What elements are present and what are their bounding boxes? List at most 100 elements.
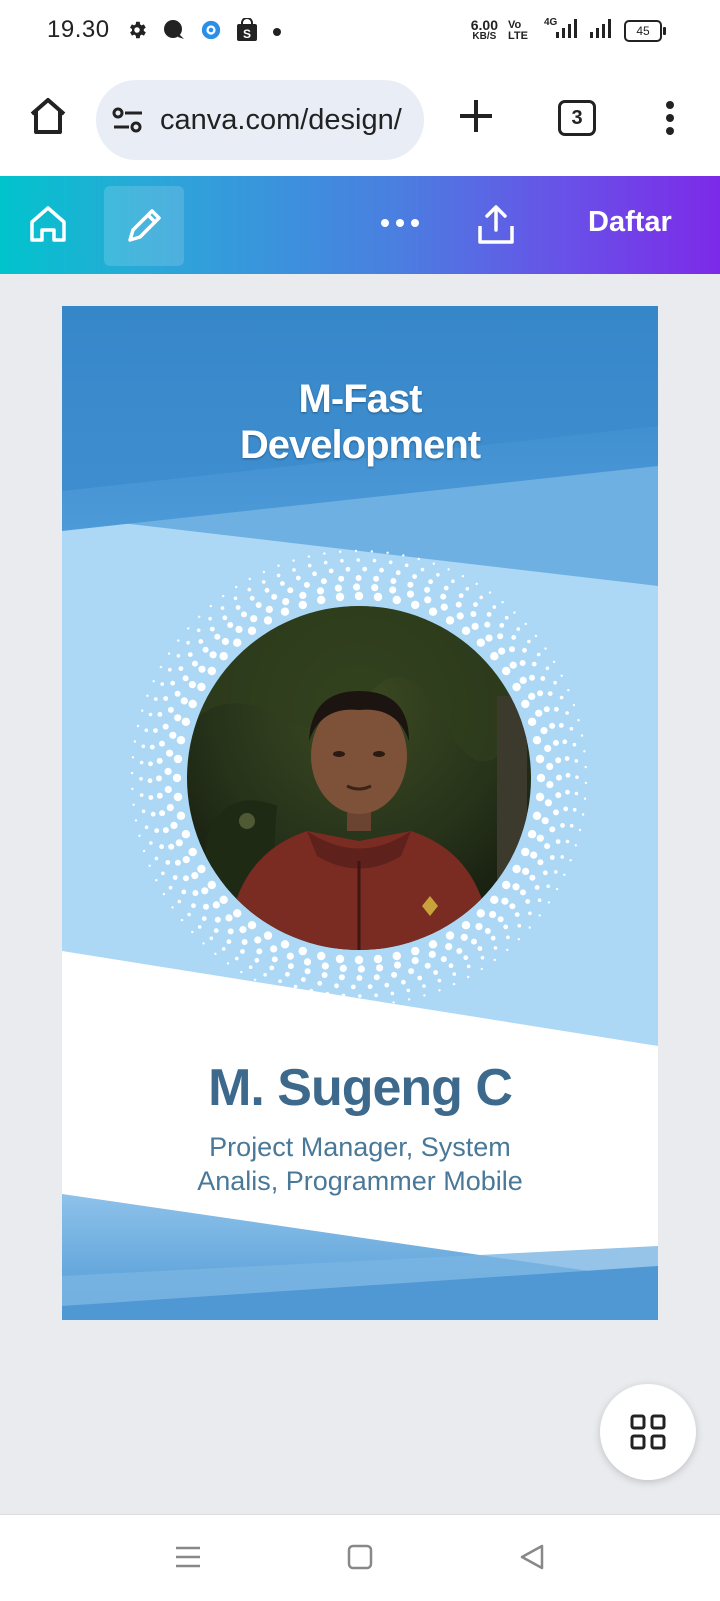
halftone-dot	[388, 560, 393, 565]
halftone-dot	[233, 638, 242, 647]
halftone-dot	[207, 666, 216, 676]
halftone-dot	[563, 873, 566, 876]
halftone-dot	[528, 911, 532, 916]
halftone-dot	[202, 942, 205, 945]
halftone-dot	[328, 568, 334, 574]
halftone-dot	[574, 844, 577, 847]
person-role-line2: Analis, Programmer Mobile	[197, 1166, 523, 1196]
halftone-dot	[168, 885, 173, 890]
halftone-dot	[546, 781, 554, 789]
halftone-dot	[502, 880, 511, 890]
halftone-dot	[339, 964, 347, 973]
address-bar[interactable]: canva.com/design/	[96, 80, 424, 160]
halftone-dot	[519, 676, 527, 684]
halftone-dot	[298, 946, 307, 956]
halftone-dot	[338, 575, 345, 582]
halftone-dot	[154, 856, 159, 861]
halftone-dot	[404, 563, 409, 568]
halftone-dot	[428, 940, 438, 949]
halftone-dot	[209, 651, 217, 659]
url-text[interactable]: canva.com/design/	[160, 104, 410, 137]
halftone-dot	[338, 974, 345, 981]
halftone-dot	[522, 647, 527, 653]
halftone-dot	[172, 773, 182, 783]
halftone-dot	[406, 590, 415, 598]
pages-grid-button[interactable]	[600, 1384, 696, 1480]
home-nav-icon[interactable]	[346, 1543, 374, 1576]
halftone-dot	[209, 626, 215, 632]
halftone-dot	[164, 767, 172, 775]
halftone-dot	[207, 880, 216, 890]
person-name[interactable]: M. Sugeng C	[62, 1058, 658, 1118]
halftone-dot	[565, 839, 570, 844]
halftone-dot	[262, 570, 266, 574]
browser-home-icon[interactable]	[28, 96, 68, 141]
halftone-dot	[240, 970, 243, 974]
halftone-dot	[545, 666, 550, 671]
halftone-dot	[521, 847, 530, 857]
halftone-dot	[583, 750, 586, 753]
halftone-dot	[323, 552, 326, 555]
halftone-dot	[198, 615, 201, 618]
halftone-dot	[499, 623, 505, 628]
halftone-dot	[532, 736, 542, 745]
halftone-dot	[529, 674, 535, 681]
halftone-dot	[560, 823, 565, 828]
halftone-dot	[565, 772, 571, 778]
halftone-dot	[148, 864, 151, 867]
canva-home-icon[interactable]	[26, 202, 70, 251]
halftone-dot	[165, 860, 171, 865]
halftone-dot	[493, 958, 496, 962]
halftone-dot	[448, 963, 454, 969]
person-role[interactable]: Project Manager, System Analis, Programm…	[62, 1130, 658, 1198]
share-icon[interactable]	[476, 204, 516, 251]
halftone-dot	[174, 859, 181, 866]
halftone-dot	[174, 714, 182, 722]
halftone-dot	[514, 912, 520, 917]
halftone-dot	[285, 971, 290, 977]
halftone-dot	[130, 771, 134, 775]
notification-icons: S	[126, 17, 282, 47]
edit-button[interactable]	[104, 186, 184, 266]
site-settings-icon[interactable]	[112, 106, 144, 139]
halftone-dot	[163, 696, 169, 701]
halftone-dot	[181, 717, 191, 726]
halftone-dot	[376, 964, 384, 972]
halftone-dot	[501, 897, 509, 905]
halftone-dot	[362, 566, 368, 572]
browser-menu-icon[interactable]	[664, 100, 676, 141]
tab-switcher-button[interactable]: 3	[558, 100, 596, 136]
design-canvas[interactable]: M-Fast Development M. Sugeng C Project M…	[62, 306, 658, 1320]
halftone-dot	[168, 843, 175, 850]
halftone-dot	[552, 739, 559, 746]
halftone-dot	[255, 602, 262, 608]
register-button[interactable]: Daftar	[588, 206, 672, 239]
halftone-dot	[156, 775, 162, 782]
profile-photo[interactable]	[187, 606, 531, 950]
halftone-dot	[303, 581, 310, 588]
recent-apps-icon[interactable]	[174, 1543, 202, 1576]
halftone-dot	[437, 978, 442, 983]
halftone-dot	[227, 622, 234, 628]
halftone-dot	[334, 584, 342, 592]
network-speed: 6.00 KB/S	[471, 18, 498, 43]
halftone-dot	[476, 909, 485, 918]
halftone-dot	[513, 611, 516, 614]
design-title[interactable]: M-Fast Development	[62, 376, 658, 468]
new-tab-icon[interactable]	[458, 98, 494, 139]
halftone-dot	[357, 965, 365, 973]
halftone-dot	[465, 587, 470, 591]
halftone-dot	[198, 639, 204, 644]
halftone-dot	[150, 811, 156, 817]
halftone-dot	[317, 951, 326, 961]
halftone-dot	[220, 606, 225, 610]
halftone-dot	[503, 924, 509, 930]
halftone-dot	[424, 586, 431, 593]
halftone-dot	[214, 916, 221, 923]
halftone-dot	[202, 646, 209, 653]
more-options-icon[interactable]	[380, 216, 420, 234]
halftone-dot	[293, 984, 298, 989]
back-icon[interactable]	[518, 1543, 546, 1576]
system-navigation-bar	[0, 1514, 720, 1601]
halftone-dot	[506, 948, 509, 952]
